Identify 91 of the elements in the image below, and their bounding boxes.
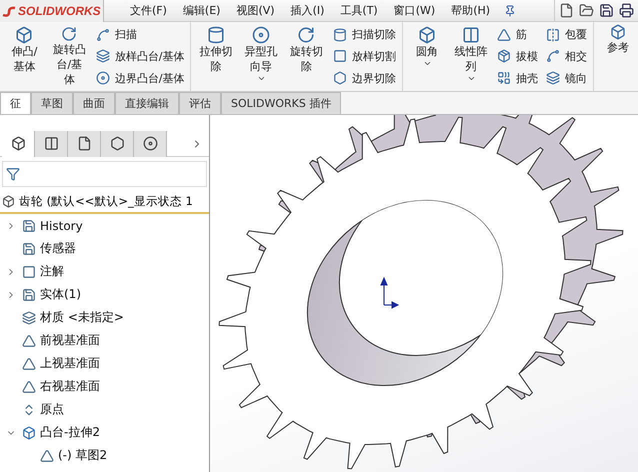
extrude-icon	[22, 426, 36, 440]
annotation-icon	[22, 264, 36, 278]
feature-icon	[297, 26, 316, 44]
ribbon-button[interactable]: 边界切除	[331, 70, 398, 87]
feature-icon	[418, 26, 436, 44]
feature-icon	[96, 28, 110, 42]
ribbon-button[interactable]: 包覆	[544, 26, 589, 44]
ribbon-tab[interactable]: 征	[0, 92, 31, 114]
caret-icon[interactable]	[256, 74, 266, 83]
feature-icon	[497, 49, 511, 64]
caret-icon[interactable]	[422, 59, 432, 68]
ribbon-tab[interactable]: 草图	[31, 92, 73, 114]
tree-item-label[interactable]: History	[40, 218, 83, 232]
feature-icon	[96, 49, 110, 64]
tree-item-label[interactable]: 上视基准面	[40, 355, 100, 372]
ribbon-button[interactable]: 放样切割	[331, 48, 398, 65]
panel-tab[interactable]	[35, 130, 68, 156]
ribbon-button[interactable]: 放样凸台/基体	[94, 48, 186, 65]
ribbon-button[interactable]: 伸凸/基体	[4, 24, 45, 89]
pin-icon[interactable]	[504, 4, 516, 16]
app-logo: SOLIDWORKS	[18, 4, 101, 18]
feature-icon	[60, 26, 78, 42]
tree-item-label[interactable]: (-) 草图2	[58, 447, 108, 464]
material-icon	[22, 310, 36, 324]
ribbon-button[interactable]: 抽壳	[495, 70, 540, 87]
caret-icon[interactable]	[466, 74, 476, 83]
menu-item[interactable]: 编辑(E)	[174, 3, 228, 18]
tree-item-label[interactable]: 材质 <未指定>	[40, 309, 124, 326]
feature-icon	[96, 71, 110, 86]
feature-icon	[333, 28, 347, 42]
features-icon	[10, 136, 26, 151]
tree-item-label[interactable]: 凸台-拉伸2	[40, 424, 100, 441]
ribbon-button[interactable]: 扫描	[94, 26, 186, 44]
ribbon-button[interactable]: 筋	[495, 26, 540, 44]
feature-icon	[333, 71, 347, 86]
ribbon-button[interactable]: 拔模	[495, 48, 540, 65]
feature-icon	[497, 71, 511, 86]
plane-icon	[22, 334, 36, 348]
ribbon-button[interactable]: 相交	[544, 48, 589, 65]
feature-icon	[252, 26, 270, 44]
filter-field[interactable]	[2, 161, 207, 187]
ribbon-tab[interactable]: 直接编辑	[115, 92, 179, 114]
feature-icon	[15, 26, 34, 44]
part-icon	[2, 195, 15, 208]
ribbon-button[interactable]: 拉伸切除	[195, 24, 237, 89]
tree-root-label[interactable]: 齿轮 (默认<<默认>_显示状态 1	[19, 194, 193, 209]
ribbon-button[interactable]: 圆角	[407, 24, 447, 89]
feature-icon	[207, 26, 226, 44]
panel-tab[interactable]	[101, 130, 134, 156]
plane-icon	[22, 380, 36, 394]
save-icon[interactable]	[599, 3, 614, 18]
menu-item[interactable]: 视图(V)	[228, 3, 283, 18]
feature-icon	[497, 28, 511, 42]
tree-item-label[interactable]: 前视基准面	[40, 332, 100, 349]
ribbon-button[interactable]: 扫描切除	[331, 26, 398, 44]
tree-item-label[interactable]: 原点	[40, 401, 64, 418]
tree-item-label[interactable]: 实体(1)	[40, 286, 81, 303]
feature-icon	[546, 49, 560, 64]
ribbon-button[interactable]: 旋转凸台/基体	[48, 24, 90, 89]
ribbon-tab[interactable]: 评估	[179, 92, 221, 114]
menu-item[interactable]: 工具(T)	[332, 3, 386, 18]
tree-item-label[interactable]: 右视基准面	[40, 378, 100, 395]
ribbon-tab[interactable]: SOLIDWORKS 插件	[221, 92, 342, 114]
sketch-icon	[40, 448, 54, 462]
tree-item-label[interactable]: 注解	[40, 263, 64, 280]
ribbon-button[interactable]: 异型孔向导	[240, 24, 282, 89]
feature-icon	[462, 26, 480, 44]
print-icon[interactable]	[619, 3, 634, 18]
ribbon-button[interactable]: 参考	[598, 22, 638, 91]
feature-icon	[333, 49, 347, 64]
ribbon-button[interactable]: 边界凸台/基体	[94, 70, 186, 87]
ribbon-button[interactable]: 镜向	[544, 70, 589, 87]
menu-item[interactable]: 窗口(W)	[386, 3, 444, 18]
panel-tab[interactable]	[68, 130, 101, 156]
filter-icon	[6, 167, 20, 181]
menu-item[interactable]: 帮助(H)	[443, 3, 498, 18]
panel-tab[interactable]	[134, 130, 167, 156]
new-document-icon[interactable]	[559, 3, 574, 18]
menu-item[interactable]: 文件(F)	[122, 3, 175, 18]
ribbon-button[interactable]: 线性阵列	[451, 24, 491, 89]
origin-axes-icon	[380, 276, 400, 309]
ribbon-button[interactable]: 旋转切除	[286, 24, 327, 89]
ribbon-tab[interactable]: 曲面	[73, 92, 115, 114]
logo-icon	[2, 4, 16, 16]
feature-icon	[546, 28, 560, 42]
feature-icon	[610, 24, 626, 40]
menu-item[interactable]: 插入(I)	[282, 3, 332, 18]
tree-item-label[interactable]: 传感器	[40, 240, 76, 257]
feature-icon	[546, 71, 560, 86]
plane-icon	[22, 356, 36, 370]
open-icon[interactable]	[579, 3, 594, 18]
